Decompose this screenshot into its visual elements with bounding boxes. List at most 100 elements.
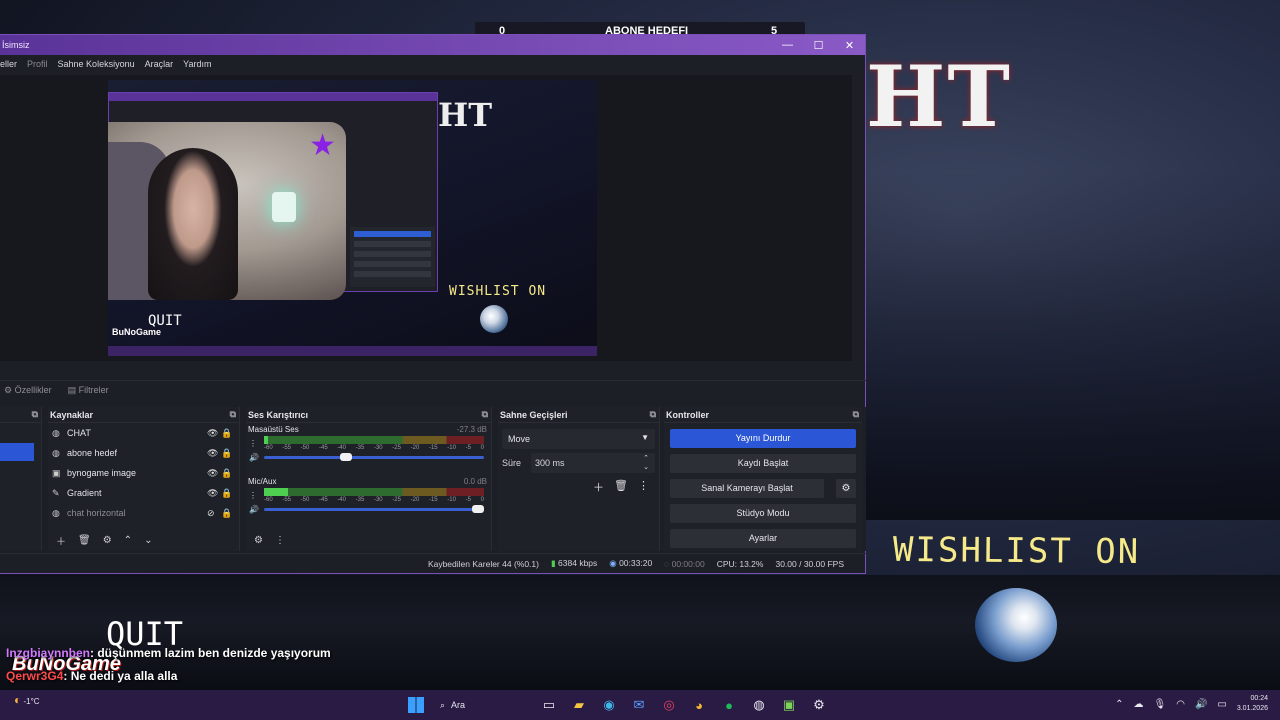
studio-mode-button[interactable]: Stüdyo Modu bbox=[670, 504, 856, 523]
gear-icon[interactable]: ⚙ bbox=[836, 479, 856, 498]
bitrate: ▮ 6384 kbps bbox=[550, 558, 598, 568]
source-item-gradient[interactable]: ✎ Gradient 👁 🔒 bbox=[48, 483, 239, 503]
search-icon: ⌕ bbox=[440, 699, 446, 710]
popout-icon[interactable]: ⧉ bbox=[853, 409, 859, 420]
source-item-abone-hedef[interactable]: ◍ abone hedef 👁 🔒 bbox=[48, 443, 239, 463]
close-button[interactable]: ✕ bbox=[834, 39, 865, 52]
chevron-up-icon[interactable]: ⌃ bbox=[1115, 699, 1123, 710]
mixer-header: Ses Karıştırıcı ⧉ bbox=[246, 407, 491, 423]
chevron-up-icon[interactable]: ⌃ bbox=[124, 535, 132, 546]
volume-icon[interactable]: 🔊 bbox=[1195, 699, 1207, 710]
channel-icons: ⋮ 🔊 bbox=[249, 489, 259, 517]
popout-icon[interactable]: ⧉ bbox=[650, 409, 656, 420]
preview-taskbar bbox=[108, 346, 597, 356]
maximize-button[interactable]: ☐ bbox=[803, 39, 834, 52]
settings-button[interactable]: Ayarlar bbox=[670, 529, 856, 548]
tick-label: -15 bbox=[428, 497, 438, 503]
mail-icon[interactable]: ✉ bbox=[629, 697, 649, 713]
tick-label: -60 bbox=[264, 445, 273, 451]
source-item-chat[interactable]: ◍ CHAT 👁 🔒 bbox=[48, 423, 239, 443]
weather-widget[interactable]: ◐ -1°C bbox=[14, 693, 40, 707]
channel-name: Masaüstü Ses bbox=[248, 425, 299, 434]
start-recording-button[interactable]: Kaydı Başlat bbox=[670, 454, 856, 473]
scene-selected[interactable] bbox=[0, 443, 34, 461]
preview-canvas[interactable]: ★ HT QUIT BuNoGame WISHLIST ON bbox=[108, 80, 597, 356]
volume-knob[interactable] bbox=[340, 453, 352, 461]
more-icon[interactable]: ⋮ bbox=[275, 535, 285, 546]
chevron-down-icon[interactable]: ⌄ bbox=[144, 535, 152, 546]
duration-input[interactable]: 300 ms ⌃ ⌄ bbox=[531, 453, 655, 473]
speaker-icon[interactable]: 🔊 bbox=[249, 503, 259, 517]
battery-icon[interactable]: ▭ bbox=[1217, 699, 1226, 710]
lock-icon[interactable]: 🔒 bbox=[221, 428, 239, 439]
obs-icon[interactable]: ◍ bbox=[749, 697, 769, 713]
menu-help[interactable]: Yardım bbox=[183, 59, 211, 69]
volume-slider[interactable] bbox=[264, 453, 484, 461]
add-icon[interactable]: ＋ bbox=[56, 533, 66, 548]
gear-icon[interactable]: ⚙ bbox=[103, 535, 112, 546]
instagram-icon[interactable]: ◎ bbox=[659, 697, 679, 713]
lock-icon[interactable]: 🔒 bbox=[221, 468, 239, 479]
clock[interactable]: 00:24 3.01.2026 bbox=[1237, 694, 1268, 714]
stop-stream-button[interactable]: Yayını Durdur bbox=[670, 429, 856, 448]
eye-icon[interactable]: 👁 bbox=[207, 428, 221, 439]
menu-scenes[interactable]: eller bbox=[0, 59, 17, 69]
source-item-chat-horizontal[interactable]: ◍ chat horizontal ⊘ 🔒 bbox=[48, 503, 239, 523]
mic-icon[interactable]: 🎙 bbox=[1154, 699, 1167, 710]
app-icon[interactable]: ▣ bbox=[779, 697, 799, 713]
task-view-icon[interactable]: ▭ bbox=[539, 697, 559, 713]
folder-icon[interactable]: ▰ bbox=[569, 697, 589, 713]
more-icon[interactable]: ⋮ bbox=[249, 437, 259, 451]
edge-icon[interactable]: ◉ bbox=[599, 697, 619, 713]
popout-icon[interactable]: ⧉ bbox=[482, 409, 488, 420]
virtual-camera-button[interactable]: Sanal Kamerayı Başlat bbox=[670, 479, 824, 498]
sources-toolbar: ＋ 🗑 ⚙ ⌃ ⌄ bbox=[48, 529, 239, 551]
lock-icon[interactable]: 🔒 bbox=[221, 508, 239, 519]
lamp-glow bbox=[272, 192, 296, 222]
gear-icon[interactable]: ⚙ bbox=[254, 535, 263, 546]
obs-titlebar[interactable]: İsimsiz — ☐ ✕ bbox=[0, 35, 865, 55]
spotify-icon[interactable]: ● bbox=[719, 698, 739, 713]
properties-button[interactable]: ⚙ Özellikler bbox=[4, 385, 52, 396]
eye-icon[interactable]: 👁 bbox=[207, 488, 221, 499]
volume-slider[interactable] bbox=[264, 505, 484, 513]
controls-dock: Kontroller ⧉ Yayını Durdur Kaydı Başlat S… bbox=[664, 407, 862, 551]
eye-hidden-icon[interactable]: ⊘ bbox=[207, 508, 221, 519]
lock-icon[interactable]: 🔒 bbox=[221, 488, 239, 499]
volume-knob[interactable] bbox=[472, 505, 484, 513]
eye-icon[interactable]: 👁 bbox=[207, 468, 221, 479]
more-icon[interactable]: ⋮ bbox=[638, 479, 649, 495]
popout-icon[interactable]: ⧉ bbox=[230, 409, 236, 420]
source-item-bynogame-image[interactable]: ▣ bynogame image 👁 🔒 bbox=[48, 463, 239, 483]
chrome-icon[interactable]: ◕ bbox=[689, 698, 709, 713]
start-icon[interactable] bbox=[408, 697, 424, 713]
add-icon[interactable]: ＋ bbox=[593, 479, 604, 495]
menu-tools[interactable]: Araçlar bbox=[145, 59, 174, 69]
brush-icon: ✎ bbox=[52, 487, 60, 498]
filters-button[interactable]: ▤ Filtreler bbox=[68, 385, 109, 396]
network-icon[interactable]: ☁ bbox=[1134, 699, 1144, 710]
settings-icon[interactable]: ⚙ bbox=[809, 697, 829, 713]
tick-label: -40 bbox=[337, 445, 346, 451]
transition-select[interactable]: Move ▼ bbox=[502, 429, 655, 449]
spinner-icon[interactable]: ⌃ ⌄ bbox=[643, 454, 649, 472]
speaker-icon[interactable]: 🔊 bbox=[249, 451, 259, 465]
more-icon[interactable]: ⋮ bbox=[249, 489, 259, 503]
trash-icon[interactable]: 🗑 bbox=[78, 535, 91, 546]
minimize-button[interactable]: — bbox=[772, 39, 803, 52]
trash-icon[interactable]: 🗑 bbox=[614, 479, 628, 495]
tick-label: -45 bbox=[318, 497, 328, 503]
wifi-icon[interactable]: ◠ bbox=[1176, 699, 1185, 710]
search-box[interactable]: ⌕ Ara bbox=[434, 694, 529, 716]
sources-dock: Kaynaklar ⧉ ◍ CHAT 👁 🔒 ◍ abone hedef 👁 🔒 ▣ byn… bbox=[48, 407, 240, 551]
scenes-header: ⧉ bbox=[0, 407, 41, 423]
tick-label: -15 bbox=[428, 445, 438, 451]
menu-profile[interactable]: Profil bbox=[27, 59, 48, 69]
duration-row: Süre 300 ms ⌃ ⌄ bbox=[502, 453, 655, 473]
eye-icon[interactable]: 👁 bbox=[207, 448, 221, 459]
preview-area[interactable]: ★ HT QUIT BuNoGame WISHLIST ON bbox=[0, 75, 852, 361]
menu-scene-collection[interactable]: Sahne Koleksiyonu bbox=[58, 59, 135, 69]
preview-wishlist-text: WISHLIST ON bbox=[449, 284, 547, 299]
tick-label: -35 bbox=[355, 497, 365, 503]
lock-icon[interactable]: 🔒 bbox=[221, 448, 239, 459]
